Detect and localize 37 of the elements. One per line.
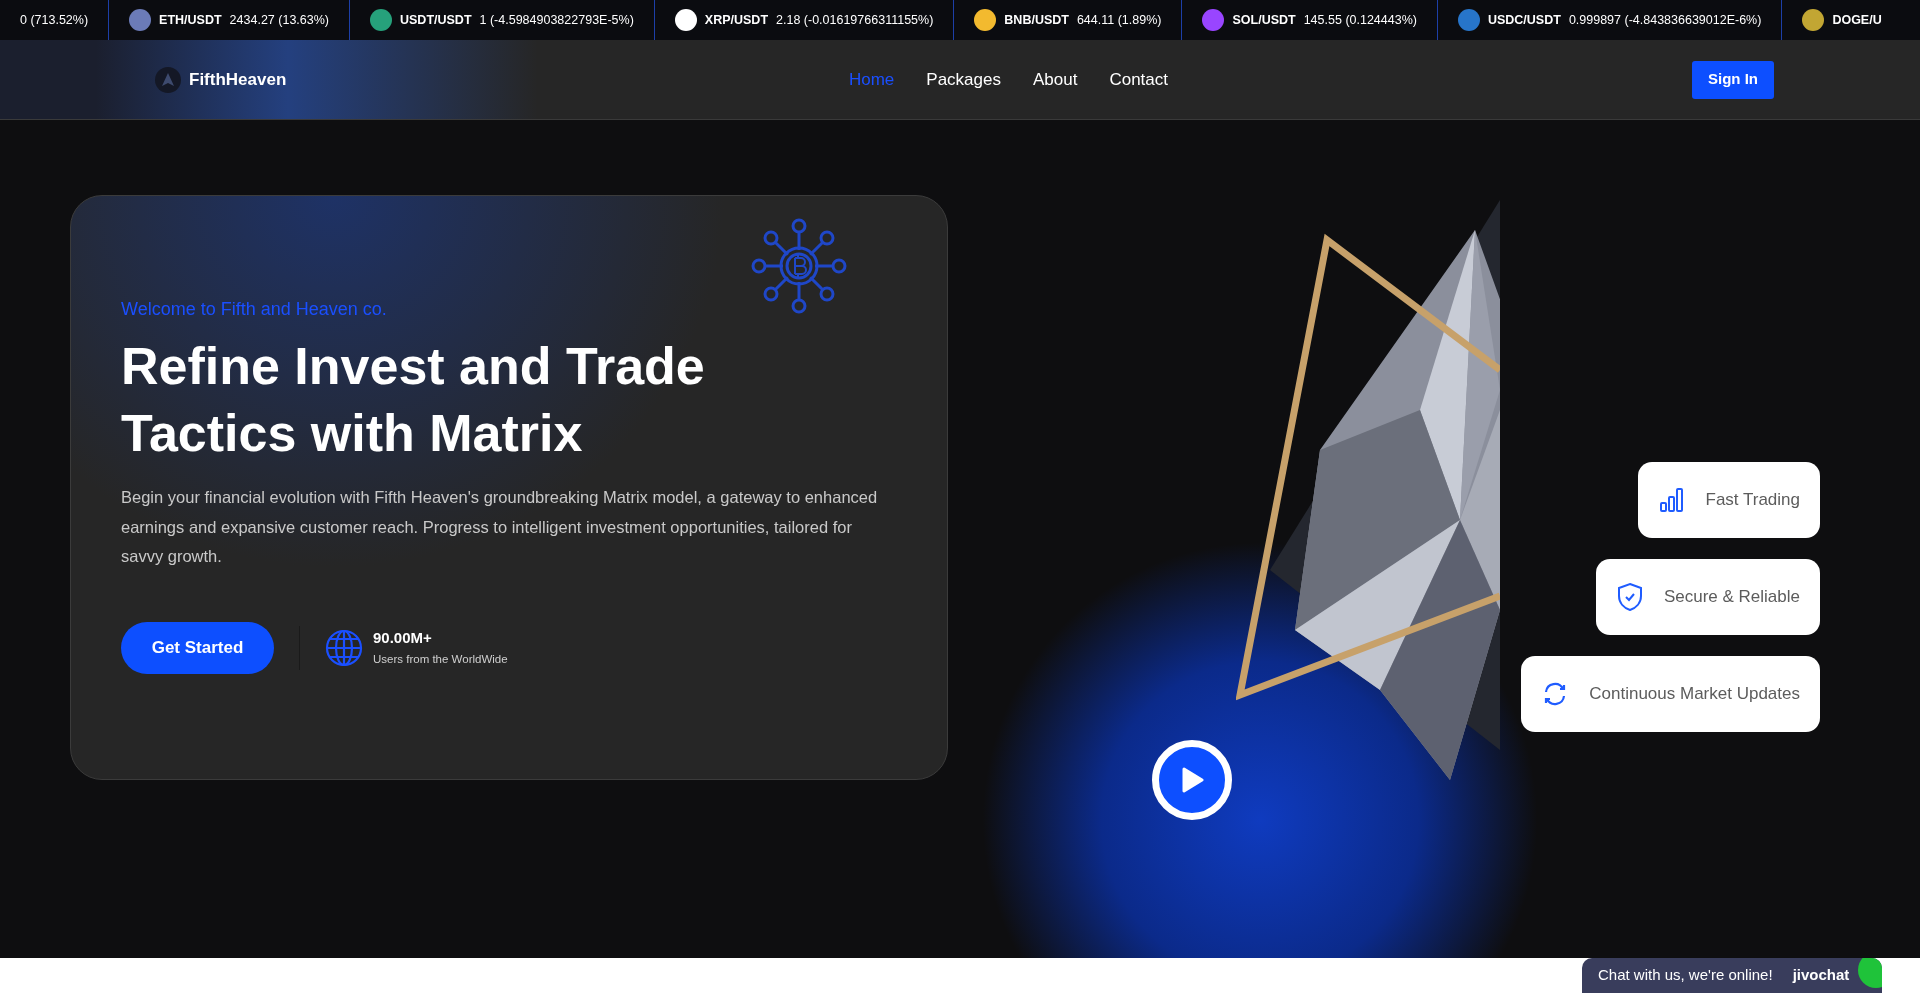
ticker-value: 2.18 (-0.01619766311155%): [776, 11, 934, 29]
ticker-value: 0.999897 (-4.843836639012E-6%): [1568, 11, 1762, 29]
nav-link[interactable]: About: [1033, 66, 1078, 93]
ticker-pair: USDT/USDT: [400, 11, 472, 29]
brand-name: FifthHeaven: [189, 68, 287, 91]
ticker-pair: BNB/USDT: [1004, 11, 1069, 29]
logo-icon: [155, 66, 181, 93]
globe-icon: [325, 628, 363, 667]
sign-in-button[interactable]: Sign In: [1692, 60, 1774, 99]
ticker-pair: DOGE/U: [1832, 11, 1882, 29]
users-count: 90.00M+: [373, 627, 433, 648]
ticker-pair: SOL/USDT: [1232, 11, 1296, 29]
ticker-pair: ETH/USDT: [159, 11, 222, 29]
bitcoin-network-icon: [751, 218, 847, 314]
hero-title: Refine Invest and Trade Tactics with Matrix: [121, 336, 706, 464]
ticker-pair: XRP/USDT: [704, 11, 768, 29]
ticker-value: 145.55 (0.124443%): [1303, 11, 1417, 29]
play-icon: [1180, 767, 1204, 793]
hero-eyebrow: Welcome to Fifth and Heaven co.: [121, 298, 388, 321]
ticker-value: 644.11 (1.89%): [1076, 11, 1162, 29]
hero-description: Begin your financial evolution with Fifth Heaven's groundbreaking Matrix model, a gateway to enhanced earnings and expansive customer reach. Progress to intelligent investment opportunities, tailored for savvy growth.: [121, 487, 879, 567]
users-label: Users from the WorldWide: [373, 652, 508, 668]
nav-link[interactable]: Packages: [926, 66, 1001, 93]
nav-link[interactable]: Contact: [1109, 66, 1169, 93]
shield-check-icon: [1615, 582, 1644, 612]
ticker-value: 1 (-4.5984903822793E-5%): [479, 11, 634, 29]
feature-label: Secure & Reliable: [1663, 586, 1800, 609]
chat-brand: jivochat: [1792, 965, 1850, 986]
chat-widget[interactable]: Chat with us, we're online! jivochat: [1582, 958, 1882, 993]
feature-label: Fast Trading: [1705, 489, 1800, 512]
feature-label: Continuous Market Updates: [1589, 683, 1800, 706]
ticker-value: 2434.27 (13.63%): [229, 11, 329, 29]
ticker-pair: USDC/USDT: [1487, 11, 1561, 29]
get-started-button[interactable]: Get Started: [121, 621, 274, 674]
ticker-value: 0 (713.52%): [20, 11, 89, 29]
bar-chart-icon: [1657, 486, 1686, 514]
chat-prompt: Chat with us, we're online!: [1598, 965, 1773, 986]
